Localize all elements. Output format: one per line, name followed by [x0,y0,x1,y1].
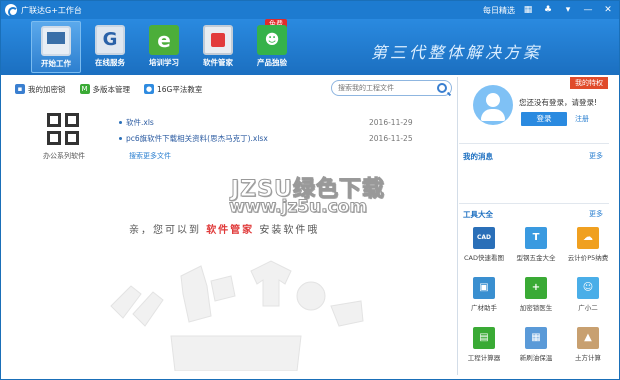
divider [459,203,609,204]
action-my-lock[interactable]: ▪ 我的加密锁 [15,84,66,95]
tool-item[interactable]: ☺ 广小二 [565,277,611,312]
search-input[interactable] [338,84,434,92]
tool-item[interactable]: ▲ 土方计算 [565,327,611,362]
action-label: 16G平法教室 [157,84,203,94]
tip-prefix: 亲，您可以到 [129,225,201,236]
tab-label: 在线服务 [95,58,125,67]
monitor-icon [41,26,71,56]
close-icon[interactable]: ✕ [601,3,615,17]
app-window: 广联达G+工作台 每日精选 ▦ ♣ ▾ — ✕ 开始工作 G 在线服务 e 培训… [0,0,620,380]
tool-icon: ▦ [525,327,547,349]
search-more-files-link[interactable]: 搜索更多文件 [129,151,171,161]
tool-item[interactable]: ▦ 新刷油保温 [513,327,559,362]
tool-label: CAD快速看图 [464,254,504,262]
office-label: 办公系列软件 [43,152,85,160]
tool-item[interactable]: T 型钢五金大全 [513,227,559,262]
tab-product-trial[interactable]: 免费 ☻ 产品独验 [247,19,297,73]
register-link[interactable]: 注册 [575,114,589,124]
tool-icon: ▲ [577,327,599,349]
quick-actions: ▪ 我的加密锁 M 多版本管理 ● 16G平法教室 [15,81,202,97]
tab-training[interactable]: e 培训学习 [139,21,189,73]
lock-icon: ▪ [15,84,25,94]
tab-start-work[interactable]: 开始工作 [31,21,81,73]
tool-label: 广小二 [578,304,598,312]
empty-state-illustration [110,260,364,371]
login-button[interactable]: 登录 [521,112,567,126]
tool-icon: CAD [473,227,495,249]
action-version-manager[interactable]: M 多版本管理 [79,84,131,95]
file-name[interactable]: pc6旗软件下载相关资料(思杰马克丁).xlsx [126,133,268,144]
search-icon[interactable] [437,83,447,93]
tool-label: 新刷油保温 [519,354,553,362]
messages-more-link[interactable]: 更多 [589,151,603,161]
panel-divider [457,77,458,375]
office-suite-shortcut[interactable]: 办公系列软件 [39,113,89,173]
file-date: 2016-11-25 [369,133,413,143]
tool-item[interactable]: ☁ 云计价P5纳费 [565,227,611,262]
tool-icon: ☺ [577,277,599,299]
tools-title: 工具大全 [463,210,493,219]
tool-item[interactable]: ▣ 广材助手 [461,277,507,312]
action-label: 多版本管理 [92,84,131,94]
cloud-icon: ● [144,84,154,94]
file-date: 2016-11-29 [369,117,413,127]
main-toolbar: 开始工作 G 在线服务 e 培训学习 软件管家 免费 ☻ 产品独验 第三代整体解… [1,19,619,75]
tab-label: 培训学习 [149,58,179,67]
tool-icon: ▤ [473,327,495,349]
g-service-icon: G [95,25,125,55]
action-label: 我的加密锁 [28,84,66,94]
bullet [119,136,122,140]
tab-label: 软件管家 [203,58,233,67]
menu-icon[interactable]: ▾ [561,3,575,17]
window-title: 广联达G+工作台 [21,5,82,15]
tool-item[interactable]: CAD CAD快速看图 [461,227,507,262]
action-16g-classroom[interactable]: ● 16G平法教室 [144,84,202,95]
shopping-bag-icon: ☻ [257,25,287,55]
messages-title: 我的消息 [463,152,493,161]
file-search [331,80,452,96]
empty-state-tip: 亲，您可以到 软件管家 安装软件哦 [129,221,319,236]
watermark-url: www.jz5u.com [228,197,368,218]
e-learning-icon: e [149,25,179,55]
avatar[interactable] [473,85,513,125]
tab-software-manager[interactable]: 软件管家 [193,21,243,73]
list-item[interactable]: 软件.xls 2016-11-29 [119,114,419,130]
bullet [119,120,122,124]
divider [459,143,609,144]
tool-label: 工程计算器 [467,354,501,362]
minimize-icon[interactable]: — [581,3,595,17]
m-icon: M [79,84,90,94]
tool-label: 型钢五金大全 [516,254,556,262]
recent-files-list: 软件.xls 2016-11-29 pc6旗软件下载相关资料(思杰马克丁).xl… [119,114,419,146]
slogan-text: 第三代整体解决方案 [371,43,543,62]
list-item[interactable]: pc6旗软件下载相关资料(思杰马克丁).xlsx 2016-11-25 [119,130,419,146]
tool-item[interactable]: + 加密锁医生 [513,277,559,312]
titlebar-controls: 每日精选 ▦ ♣ ▾ — ✕ [483,3,615,17]
tool-label: 广材助手 [471,304,497,312]
tool-icon: ☁ [577,227,599,249]
tools-more-link[interactable]: 更多 [589,209,603,219]
tool-icon: T [525,227,547,249]
file-name[interactable]: 软件.xls [126,117,154,128]
login-hint: 您还没有登录，请登录! [519,98,598,107]
tool-label: 加密锁医生 [519,304,553,312]
tab-online-service[interactable]: G 在线服务 [85,21,135,73]
tool-label: 云计价P5纳费 [567,254,609,262]
software-manager-link[interactable]: 软件管家 [206,225,254,236]
office-logo-icon [47,113,81,147]
title-bar: 广联达G+工作台 每日精选 ▦ ♣ ▾ — ✕ [1,1,619,19]
tab-label: 开始工作 [41,59,71,68]
tshirt-icon[interactable]: ♣ [541,3,555,17]
tab-label: 产品独验 [257,58,287,67]
toolbox-icon [203,25,233,55]
tool-label: 土方计算 [575,354,601,362]
app-logo-icon [5,4,18,17]
skin-icon[interactable]: ▦ [521,3,535,17]
tool-item[interactable]: ▤ 工程计算器 [461,327,507,362]
tool-icon: ▣ [473,277,495,299]
my-privileges-tag[interactable]: 我的特权 [570,77,608,89]
tool-icon: + [525,277,547,299]
tip-suffix: 安装软件哦 [259,225,320,236]
daily-picks-link[interactable]: 每日精选 [483,5,515,16]
